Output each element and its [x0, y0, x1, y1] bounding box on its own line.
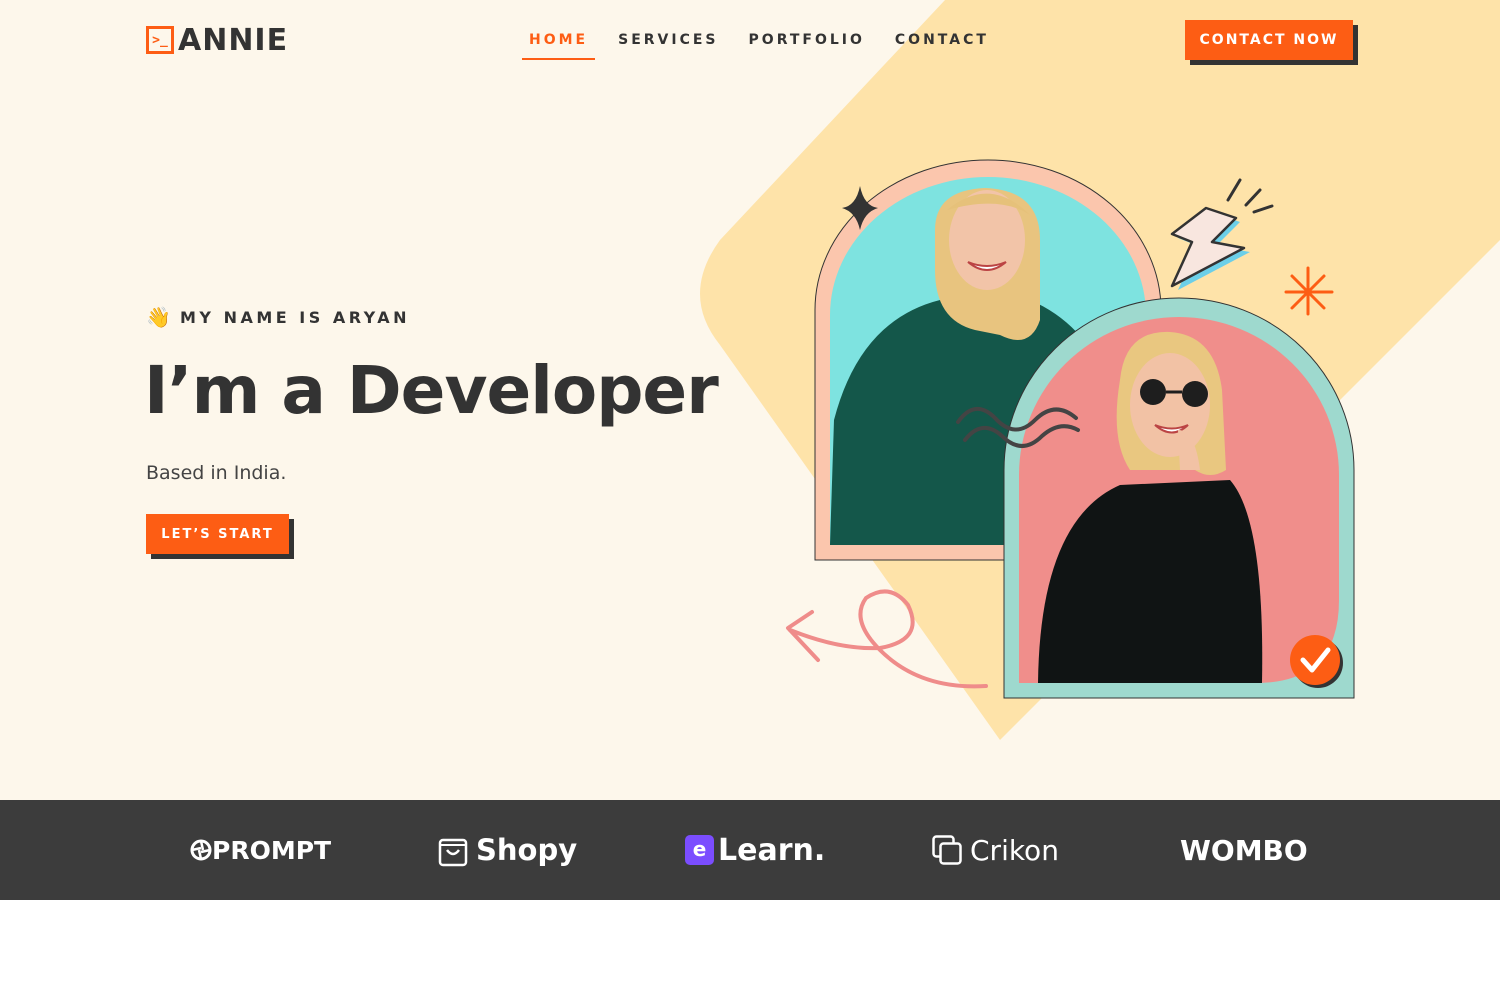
brand-name: Crikon — [970, 833, 1059, 867]
brand-name: Shopy — [476, 833, 578, 867]
lightning-bolt-icon — [1170, 178, 1274, 290]
brand-logos-bar: PROMPT Shopy e Learn. Crikon W OMBO — [0, 800, 1500, 900]
brand-crikon: Crikon — [932, 800, 1059, 900]
w-mark-icon: W — [1180, 833, 1211, 867]
shopping-bag-icon — [438, 833, 468, 867]
hero-illustration — [786, 159, 1355, 699]
front-photo-frame — [1003, 297, 1355, 699]
starburst-icon — [1284, 266, 1334, 316]
brand-name: PROMPT — [212, 835, 332, 865]
brand-name: Learn. — [718, 832, 826, 868]
stacked-squares-icon — [932, 835, 962, 865]
e-badge-icon: e — [685, 835, 714, 865]
aperture-icon — [190, 839, 212, 861]
brand-name: OMBO — [1210, 833, 1308, 867]
brand-prompt: PROMPT — [190, 800, 331, 900]
brand-learn: e Learn. — [685, 800, 825, 900]
hero-section: >_ ANNIE HOME SERVICES PORTFOLIO CONTACT… — [0, 0, 1500, 800]
brand-shopy: Shopy — [438, 800, 577, 900]
brand-wombo: W OMBO — [1180, 800, 1308, 900]
curly-arrow-icon — [786, 589, 988, 689]
